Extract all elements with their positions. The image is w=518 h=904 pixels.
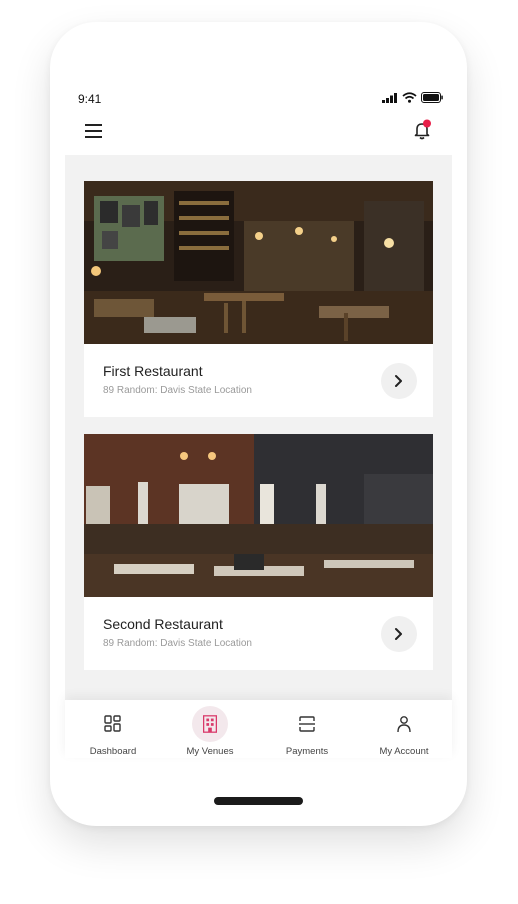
signal-icon: [382, 92, 397, 103]
hamburger-menu-icon: [85, 124, 102, 138]
status-time: 9:41: [78, 92, 102, 106]
venue-card[interactable]: Second Restaurant 89 Random: Davis State…: [84, 434, 433, 670]
person-icon: [397, 716, 411, 733]
tab-label: Payments: [285, 746, 329, 757]
restaurant-photo: [84, 181, 433, 344]
restaurant-photo: [84, 434, 433, 597]
tab-payments[interactable]: Payments: [259, 700, 355, 758]
venue-name: First Restaurant: [103, 363, 203, 379]
bell-icon: [414, 119, 431, 140]
scan-icon: [299, 716, 315, 732]
tab-label: My Venues: [186, 746, 234, 757]
dashboard-grid-icon: [104, 715, 121, 732]
notifications-button[interactable]: [411, 119, 433, 141]
venues-list: First Restaurant 89 Random: Davis State …: [65, 155, 452, 700]
home-indicator[interactable]: [214, 797, 303, 805]
wifi-icon: [402, 92, 417, 103]
venue-address: 89 Random: Davis State Location: [103, 638, 252, 649]
notification-badge: [423, 119, 431, 128]
status-icons: [382, 92, 443, 103]
menu-button[interactable]: [84, 122, 104, 140]
tab-label: Dashboard: [89, 746, 137, 757]
venue-card[interactable]: First Restaurant 89 Random: Davis State …: [84, 181, 433, 417]
battery-icon: [421, 92, 443, 103]
tab-my-account[interactable]: My Account: [356, 700, 452, 758]
bottom-tab-bar: Dashboard My Venues Payments My Account: [65, 700, 452, 758]
building-icon: [203, 715, 217, 733]
chevron-right-icon: [395, 628, 402, 640]
chevron-right-icon: [395, 375, 402, 387]
venue-address: 89 Random: Davis State Location: [103, 385, 252, 396]
open-venue-button[interactable]: [381, 363, 417, 399]
phone-frame: 9:41 First Restaurant 89 Random: Davis S…: [50, 22, 467, 826]
tab-label: My Account: [379, 746, 429, 757]
venue-name: Second Restaurant: [103, 616, 223, 632]
tab-my-venues[interactable]: My Venues: [162, 700, 258, 758]
tab-dashboard[interactable]: Dashboard: [65, 700, 161, 758]
open-venue-button[interactable]: [381, 616, 417, 652]
